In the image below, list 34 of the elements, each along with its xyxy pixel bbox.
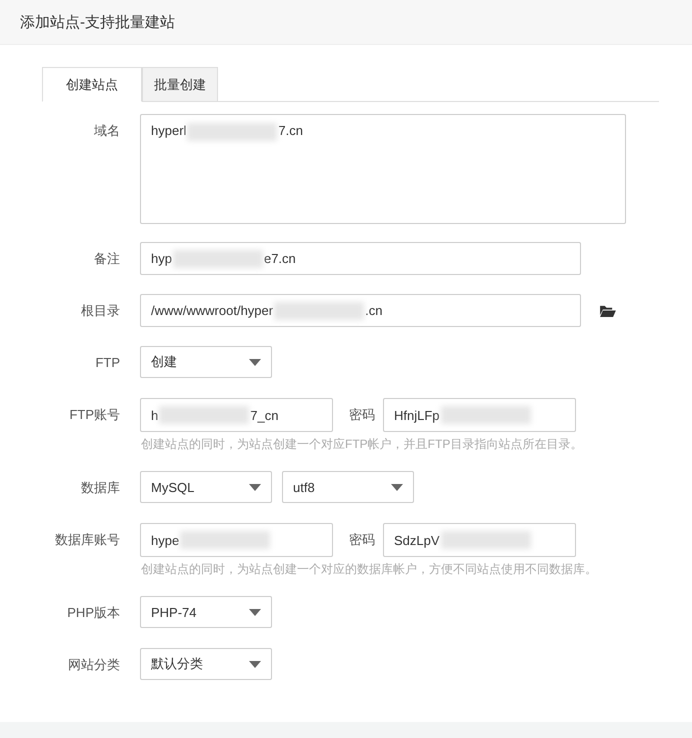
dropdown[interactable]: PHP-74 [140, 596, 272, 628]
caret-icon [249, 358, 261, 366]
field-label: 密码 [349, 531, 375, 549]
field-label: 备注 [93, 250, 121, 268]
caret-icon [249, 660, 261, 668]
folder-icon[interactable] [599, 304, 616, 317]
input-field[interactable]: HfnjLFp [383, 398, 576, 432]
input-field[interactable]: h 7_cn [140, 398, 333, 432]
dropdown[interactable]: utf8 [282, 471, 414, 503]
field-label: 密码 [349, 406, 375, 424]
tab[interactable]: 创建站点 [42, 67, 142, 102]
input-field[interactable]: hyperl 7.cn [140, 114, 626, 224]
dropdown[interactable]: MySQL [140, 471, 272, 503]
dropdown[interactable]: 创建 [140, 346, 272, 378]
caret-icon [391, 484, 403, 490]
field-label: 数据库 [80, 479, 121, 497]
input-field[interactable]: /www/wwwroot/hyper .cn [140, 294, 581, 327]
field-label: 根目录 [80, 302, 121, 320]
field-label: FTP [94, 354, 121, 372]
tab[interactable]: 批量创建 [142, 67, 218, 102]
field-label: PHP版本 [66, 604, 121, 622]
field-label: 网站分类 [67, 656, 121, 674]
field-label: 数据库账号 [54, 531, 121, 549]
input-field[interactable]: hype [140, 523, 333, 557]
help-text: 创建站点的同时，为站点创建一个对应FTP帐户，并且FTP目录指向站点所在目录。 [141, 436, 584, 453]
caret-icon [249, 608, 261, 616]
input-field[interactable]: SdzLpV [383, 523, 576, 557]
caret-icon [249, 484, 261, 490]
field-label: FTP账号 [68, 406, 121, 424]
help-text: 创建站点的同时，为站点创建一个对应的数据库帐户，方便不同站点使用不同数据库。 [141, 561, 598, 578]
field-label: 域名 [93, 122, 121, 140]
dropdown[interactable]: 默认分类 [140, 648, 272, 680]
window-title: 添加站点-支持批量建站 [20, 12, 175, 32]
input-field[interactable]: hyp e7.cn [140, 242, 581, 275]
